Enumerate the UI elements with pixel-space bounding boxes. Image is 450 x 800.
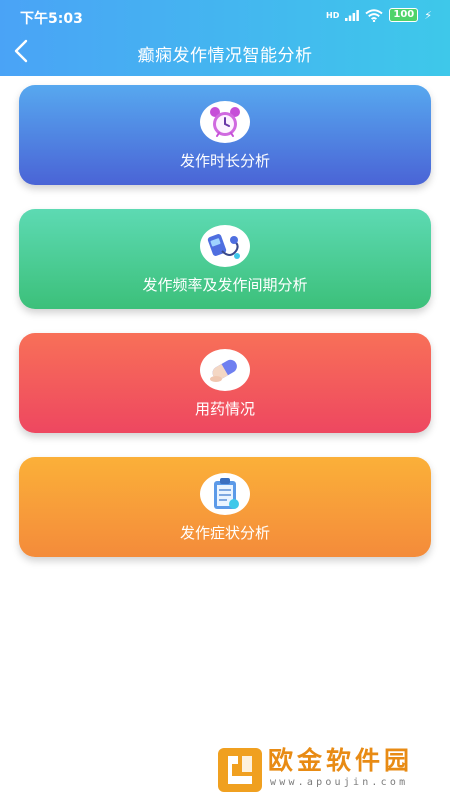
watermark-logo-icon <box>218 748 262 792</box>
wifi-icon <box>365 8 384 22</box>
status-bar: 下午5:03 HD 100 ⚡ <box>0 0 450 34</box>
card-label: 发作症状分析 <box>179 524 270 542</box>
pill-icon <box>210 359 237 382</box>
icon-circle <box>200 473 250 515</box>
card-label: 发作时长分析 <box>179 152 270 170</box>
icon-circle <box>200 349 250 391</box>
card-symptom-analysis[interactable]: 发作症状分析 <box>19 457 431 557</box>
page-title: 癫痫发作情况智能分析 <box>137 46 313 66</box>
clipboard-icon <box>214 478 239 509</box>
icon-circle <box>200 101 250 143</box>
watermark: 欧金软件园 www.apoujin.com <box>218 744 430 794</box>
charging-bolt-icon: ⚡ <box>424 8 432 22</box>
blood-pressure-icon <box>207 234 240 259</box>
status-time: 下午5:03 <box>20 11 83 27</box>
cell-signal-icon <box>345 9 360 21</box>
icon-circle <box>200 225 250 267</box>
battery-icon: 100 <box>389 8 419 22</box>
watermark-text: 欧金软件园 <box>268 746 414 775</box>
card-medication-status[interactable]: 用药情况 <box>19 333 431 433</box>
watermark-url: www.apoujin.com <box>270 777 409 788</box>
signal-hd-label: HD <box>326 10 340 20</box>
card-label: 发作频率及发作间期分析 <box>142 276 308 294</box>
status-icons: HD 100 ⚡ <box>326 8 432 22</box>
card-label: 用药情况 <box>194 400 255 418</box>
card-frequency-interval-analysis[interactable]: 发作频率及发作间期分析 <box>19 209 431 309</box>
app-header: 下午5:03 HD 100 ⚡ 癫痫发作情况智能分析 <box>0 0 450 76</box>
alarm-clock-icon <box>210 107 240 137</box>
card-duration-analysis[interactable]: 发作时长分析 <box>19 85 431 185</box>
